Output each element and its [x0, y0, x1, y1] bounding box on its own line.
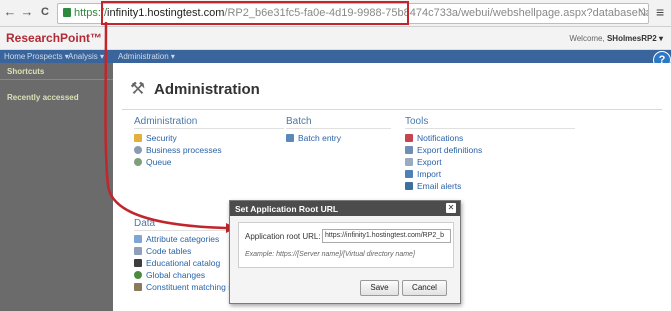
url-highlight-box — [101, 1, 409, 25]
dialog-body: Application root URL: https://infinity1.… — [238, 222, 454, 268]
set-root-url-dialog: Set Application Root URL ✕ Application r… — [229, 200, 461, 304]
root-url-input[interactable]: https://infinity1.hostingtest.com/RP2_b — [322, 229, 451, 243]
dialog-title: Set Application Root URL — [235, 204, 339, 214]
root-url-label: Application root URL: — [245, 232, 321, 241]
close-icon[interactable]: ✕ — [446, 203, 456, 213]
root-url-hint: Example: https://[Server name]/[Virtual … — [245, 251, 415, 258]
cancel-button[interactable]: Cancel — [402, 280, 447, 296]
save-button[interactable]: Save — [360, 280, 399, 296]
dialog-header: Set Application Root URL ✕ — [230, 201, 460, 216]
annotation-arrow-line — [104, 21, 227, 230]
